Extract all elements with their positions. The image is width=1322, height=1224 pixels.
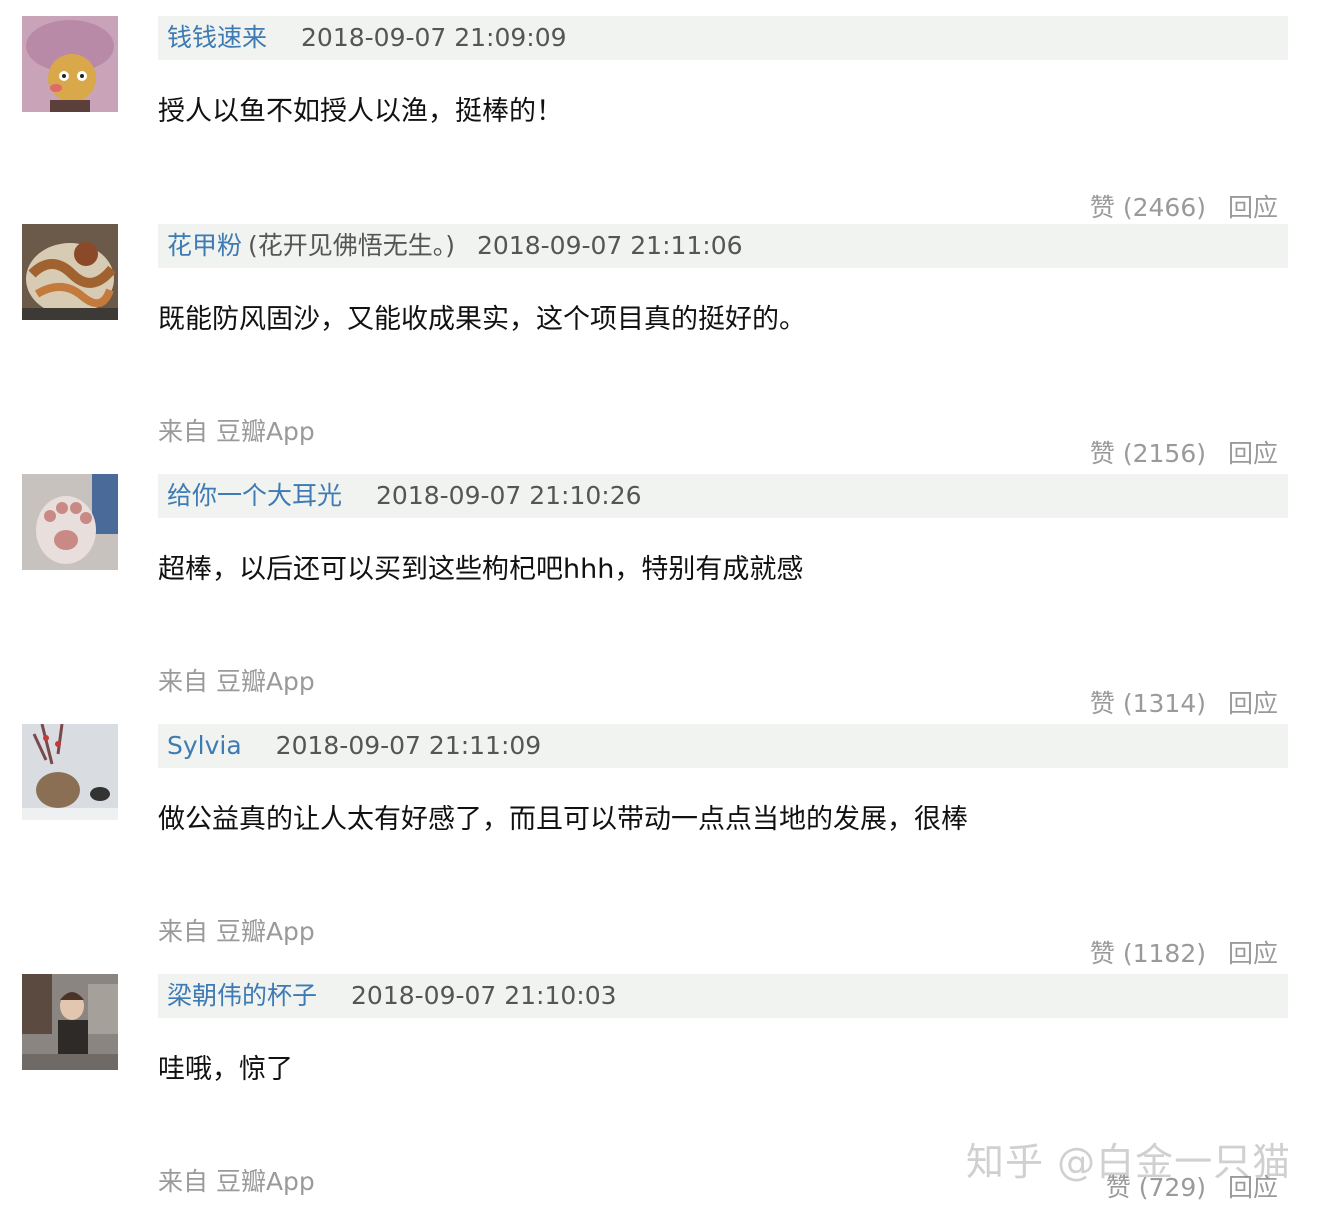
avatar-image bbox=[22, 16, 118, 112]
user-avatar[interactable] bbox=[22, 16, 118, 112]
user-avatar[interactable] bbox=[22, 224, 118, 320]
avatar-image bbox=[22, 224, 118, 320]
avatar-image bbox=[22, 724, 118, 820]
comment-timestamp: 2018-09-07 21:10:03 bbox=[351, 981, 617, 1010]
comment-header: 钱钱速来 2018-09-07 21:09:09 bbox=[158, 16, 1288, 60]
comment-header: Sylvia 2018-09-07 21:11:09 bbox=[158, 724, 1288, 768]
reply-button[interactable]: 回应 bbox=[1228, 436, 1278, 472]
comment-content: 授人以鱼不如授人以渔，挺棒的！ bbox=[158, 96, 563, 127]
like-button[interactable]: 赞 (1182) bbox=[1090, 936, 1206, 972]
comment-header: 给你一个大耳光 2018-09-07 21:10:26 bbox=[158, 474, 1288, 518]
comment-actions: 赞 (1314) 回应 bbox=[1090, 686, 1278, 722]
comment-source: 来自 豆瓣App bbox=[158, 667, 315, 696]
username-link[interactable]: Sylvia bbox=[167, 724, 242, 768]
comment-timestamp: 2018-09-07 21:11:09 bbox=[275, 731, 542, 760]
like-button[interactable]: 赞 (2466) bbox=[1090, 190, 1206, 226]
username-link[interactable]: 梁朝伟的杯子 bbox=[167, 974, 317, 1018]
like-button[interactable]: 赞 (1314) bbox=[1090, 686, 1206, 722]
comment-header: 梁朝伟的杯子 2018-09-07 21:10:03 bbox=[158, 974, 1288, 1018]
like-button[interactable]: 赞 (2156) bbox=[1090, 436, 1206, 472]
comment-source: 来自 豆瓣App bbox=[158, 417, 315, 446]
comment-content: 哇哦，惊了 bbox=[158, 1054, 293, 1085]
avatar-image bbox=[22, 974, 118, 1070]
avatar-image bbox=[22, 474, 118, 570]
comment-source: 来自 豆瓣App bbox=[158, 917, 315, 946]
user-avatar[interactable] bbox=[22, 724, 118, 820]
comment-actions: 赞 (2466) 回应 bbox=[1090, 190, 1278, 226]
user-remark: (花开见佛悟无生。) bbox=[248, 231, 456, 260]
reply-button[interactable]: 回应 bbox=[1228, 686, 1278, 722]
comment-timestamp: 2018-09-07 21:09:09 bbox=[301, 23, 567, 52]
watermark-text: 知乎 @白金一只猫 bbox=[966, 1140, 1292, 1184]
comment-timestamp: 2018-09-07 21:11:06 bbox=[477, 231, 743, 260]
comment-content: 超棒，以后还可以买到这些枸杞吧hhh，特别有成就感 bbox=[158, 554, 804, 585]
comment-actions: 赞 (1182) 回应 bbox=[1090, 936, 1278, 972]
comment-content: 既能防风固沙，又能收成果实，这个项目真的挺好的。 bbox=[158, 304, 806, 335]
username-link[interactable]: 花甲粉 bbox=[167, 224, 242, 268]
comment-timestamp: 2018-09-07 21:10:26 bbox=[376, 481, 642, 510]
reply-button[interactable]: 回应 bbox=[1228, 936, 1278, 972]
user-avatar[interactable] bbox=[22, 474, 118, 570]
reply-button[interactable]: 回应 bbox=[1228, 190, 1278, 226]
comment-actions: 赞 (2156) 回应 bbox=[1090, 436, 1278, 472]
user-avatar[interactable] bbox=[22, 974, 118, 1070]
comment-source: 来自 豆瓣App bbox=[158, 1167, 315, 1196]
username-link[interactable]: 钱钱速来 bbox=[167, 16, 267, 60]
comment-header: 花甲粉 (花开见佛悟无生。) 2018-09-07 21:11:06 bbox=[158, 224, 1288, 268]
comment-content: 做公益真的让人太有好感了，而且可以带动一点点当地的发展，很棒 bbox=[158, 804, 968, 835]
username-link[interactable]: 给你一个大耳光 bbox=[167, 474, 342, 518]
